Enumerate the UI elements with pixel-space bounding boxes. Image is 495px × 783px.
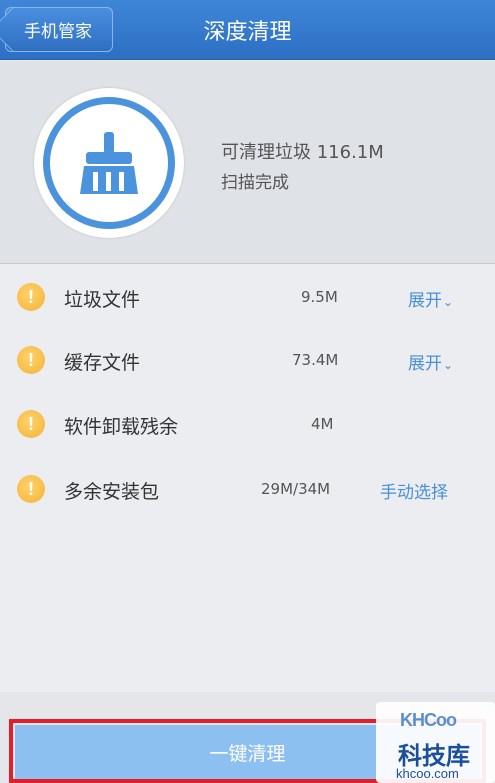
manual-select-button[interactable]: 手动选择 bbox=[380, 478, 448, 503]
item-label: 软件卸载残余 bbox=[64, 416, 179, 438]
cleanable-size-text: 可清理垃圾 116.1M bbox=[221, 142, 384, 163]
broom-icon bbox=[80, 132, 138, 194]
list-item[interactable]: ! 缓存文件 73.4M 展开⌄ bbox=[0, 328, 495, 392]
item-label: 缓存文件 bbox=[64, 352, 141, 374]
warning-icon: ! bbox=[17, 346, 45, 374]
item-size: 29M/34M bbox=[261, 480, 331, 498]
expand-button[interactable]: 展开⌄ bbox=[408, 349, 453, 374]
item-label: 多余安装包 bbox=[64, 481, 160, 503]
item-size: 73.4M bbox=[292, 351, 339, 369]
list-item[interactable]: ! 垃圾文件 9.5M 展开⌄ bbox=[0, 265, 495, 329]
expand-button[interactable]: 展开⌄ bbox=[408, 286, 453, 311]
chevron-down-icon: ⌄ bbox=[443, 295, 454, 309]
broom-badge bbox=[34, 88, 184, 238]
warning-icon: ! bbox=[17, 283, 45, 311]
list-item[interactable]: ! 多余安装包 29M/34M 手动选择 bbox=[0, 457, 495, 521]
list-item[interactable]: ! 软件卸载残余 4M bbox=[0, 392, 495, 456]
header-bar: 手机管家 深度清理 bbox=[0, 0, 495, 60]
back-button-label: 手机管家 bbox=[24, 22, 92, 42]
scan-summary-panel: 可清理垃圾 116.1M 扫描完成 bbox=[0, 61, 495, 264]
scan-status-text: 扫描完成 bbox=[221, 173, 289, 193]
warning-icon: ! bbox=[17, 410, 45, 438]
watermark-url: khcoo.com bbox=[396, 766, 459, 781]
item-size: 4M bbox=[311, 415, 334, 433]
item-size: 9.5M bbox=[301, 288, 338, 306]
chevron-down-icon: ⌄ bbox=[443, 358, 454, 372]
warning-icon: ! bbox=[17, 475, 45, 503]
item-label: 垃圾文件 bbox=[64, 289, 141, 311]
watermark-logo: KHCoo 科技库 khcoo.com bbox=[376, 702, 495, 783]
watermark-brand: KHCoo bbox=[400, 710, 457, 730]
